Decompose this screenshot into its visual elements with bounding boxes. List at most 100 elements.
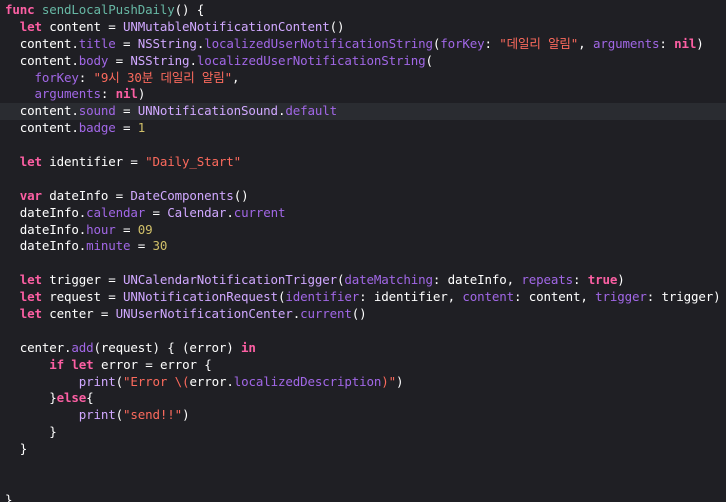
code-line[interactable]: ​	[5, 475, 726, 492]
code-line[interactable]: let request = UNNotificationRequest(iden…	[5, 289, 726, 306]
code-line[interactable]: ​	[5, 323, 726, 340]
code-line[interactable]: content.body = NSString.localizedUserNot…	[5, 53, 726, 70]
code-token: current	[300, 306, 352, 322]
code-token: content.	[5, 120, 79, 136]
code-line[interactable]: content.title = NSString.localizedUserNo…	[5, 36, 726, 53]
code-line[interactable]: }	[5, 441, 726, 458]
code-token: :	[100, 86, 116, 102]
code-token: identifier =	[41, 154, 146, 170]
code-token: default	[285, 103, 337, 119]
code-token: request =	[41, 289, 124, 305]
code-token: }	[5, 424, 57, 440]
code-token: content =	[41, 18, 124, 34]
code-token: arguments	[34, 86, 102, 102]
code-line[interactable]: print("Error \(error.localizedDescriptio…	[5, 374, 726, 391]
code-token: UNNotificationRequest	[123, 289, 278, 305]
code-line[interactable]: center.add(request) { (error) in	[5, 340, 726, 357]
code-token: minute	[86, 238, 131, 254]
code-token: localizedUserNotificationString	[204, 35, 433, 51]
code-line[interactable]: arguments: nil)	[5, 86, 726, 103]
code-line[interactable]: dateInfo.minute = 30	[5, 238, 726, 255]
code-token: : dateInfo,	[432, 272, 522, 288]
code-token: {	[86, 390, 94, 406]
code-token: hour	[86, 221, 116, 237]
code-token: =	[115, 103, 138, 119]
code-editor[interactable]: func sendLocalPushDaily() { let content …	[0, 0, 726, 502]
code-token: "Daily_Start"	[145, 154, 242, 170]
code-token: =	[115, 221, 138, 237]
code-line[interactable]: func sendLocalPushDaily() {	[5, 2, 726, 19]
code-token: identifier	[285, 289, 360, 305]
code-token: content	[462, 289, 514, 305]
code-token: add	[71, 339, 94, 355]
code-line[interactable]: dateInfo.calendar = Calendar.current	[5, 205, 726, 222]
code-text[interactable]: func sendLocalPushDaily() { let content …	[0, 2, 726, 502]
code-token: let	[19, 154, 42, 170]
code-token: nil	[115, 86, 138, 102]
code-token: repeats	[521, 272, 574, 288]
code-token: localizedDescription	[233, 373, 382, 389]
code-line[interactable]: forKey: "9시 30분 데일리 알림",	[5, 70, 726, 87]
code-line[interactable]: }	[5, 492, 726, 502]
code-line[interactable]: print("send!!")	[5, 407, 726, 424]
code-token: dateMatching	[344, 272, 433, 288]
code-token: .	[292, 306, 301, 322]
code-token: true	[587, 272, 618, 288]
code-token: .	[226, 204, 234, 220]
code-line[interactable]: ​	[5, 137, 726, 154]
code-token: dateInfo.	[5, 238, 87, 254]
code-token: Calendar	[167, 204, 227, 220]
code-line[interactable]: }else{	[5, 390, 726, 407]
code-token: .	[189, 52, 197, 68]
code-line[interactable]: var dateInfo = DateComponents()	[5, 188, 726, 205]
code-line[interactable]: ​	[5, 171, 726, 188]
code-token: }	[5, 491, 13, 502]
code-line[interactable]: content.badge = 1	[5, 120, 726, 137]
code-line[interactable]: ​	[5, 255, 726, 272]
code-token: calendar	[86, 204, 146, 220]
code-token: :	[78, 69, 94, 85]
code-line[interactable]: let center = UNUserNotificationCenter.cu…	[5, 306, 726, 323]
code-line[interactable]: }	[5, 424, 726, 441]
code-line[interactable]: let content = UNMutableNotificationConte…	[5, 19, 726, 36]
code-token: =	[130, 238, 153, 254]
code-token: var	[19, 187, 42, 203]
code-token: (	[115, 407, 124, 423]
code-token: forKey	[440, 35, 485, 51]
code-line[interactable]: dateInfo.hour = 09	[5, 222, 726, 239]
code-token: 30	[152, 238, 168, 254]
code-token: )	[137, 86, 146, 102]
code-line[interactable]: content.sound = UNNotificationSound.defa…	[0, 103, 726, 121]
code-token: let	[71, 356, 94, 372]
code-token: forKey	[34, 69, 79, 85]
code-line[interactable]: let trigger = UNCalendarNotificationTrig…	[5, 272, 726, 289]
code-line[interactable]: ​	[5, 458, 726, 475]
code-token: print	[78, 407, 116, 423]
code-token: UNUserNotificationCenter	[115, 306, 293, 322]
code-token: ,	[578, 35, 593, 51]
code-token: 1	[137, 120, 146, 136]
code-token: func	[5, 2, 35, 17]
code-token: "데일리 알림"	[499, 35, 579, 51]
code-token: error = error {	[93, 356, 212, 372]
code-line[interactable]: let identifier = "Daily_Start"	[5, 154, 726, 171]
code-token: let	[19, 306, 42, 322]
code-line[interactable]: if let error = error {	[5, 357, 726, 374]
code-token: )	[617, 272, 625, 288]
code-token: NSString	[137, 35, 197, 51]
code-token: : content,	[514, 289, 596, 305]
code-token: =	[108, 52, 131, 68]
code-token: :	[659, 35, 675, 51]
code-token: localizedUserNotificationString	[196, 52, 426, 68]
code-token: )	[696, 35, 704, 51]
code-token: () {	[174, 2, 205, 17]
code-token: :	[484, 35, 500, 51]
code-token: body	[78, 52, 109, 68]
